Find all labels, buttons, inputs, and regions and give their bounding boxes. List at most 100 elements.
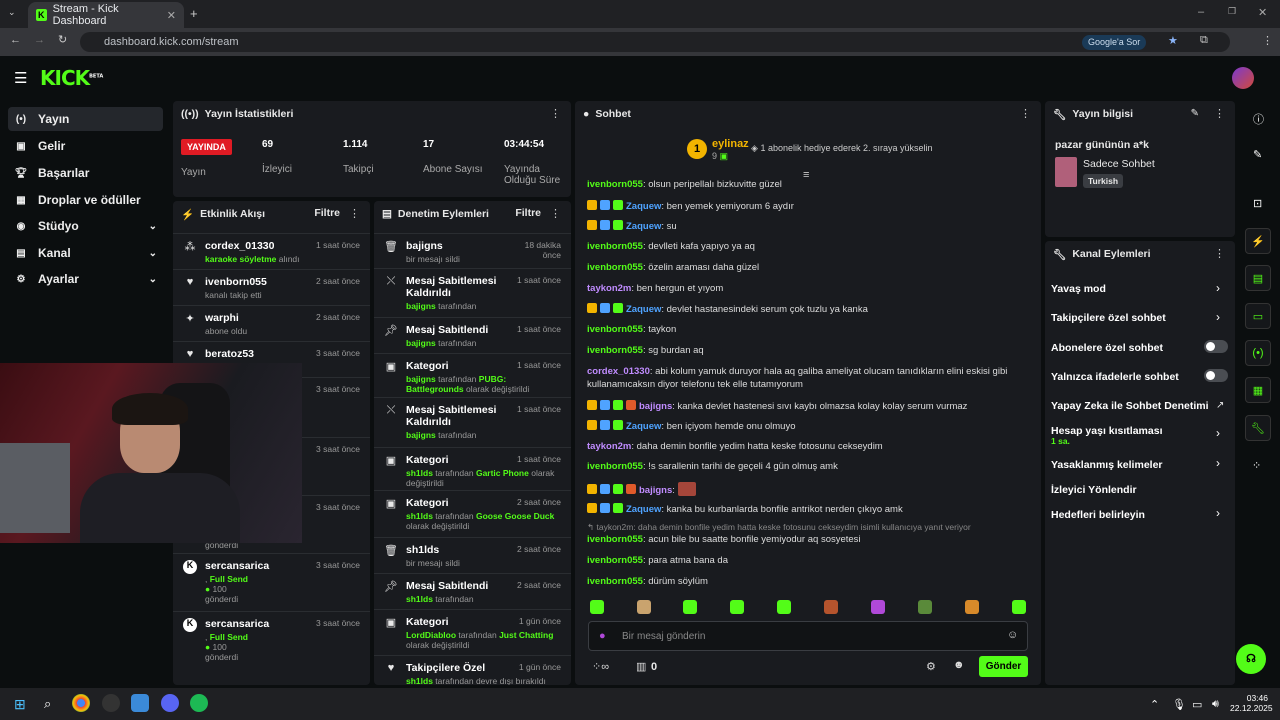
kebab-menu-icon[interactable]: ⋮ [1020,107,1031,120]
chevron-right-icon[interactable]: › [1216,310,1220,324]
mic-icon[interactable]: ● [599,630,606,642]
sidebar-item-yayin[interactable]: (•) Yayın [8,107,163,131]
chat-message[interactable]: taykon2m: ben hergun et yıyom [587,283,723,294]
rail-bolt-button[interactable]: ⚡ [1245,228,1271,254]
rail-chat-button[interactable]: ▭ [1245,303,1271,329]
external-link-icon[interactable]: ↗ [1216,400,1224,411]
edit-icon[interactable]: ✎ [1253,148,1262,161]
filter-button[interactable]: Filtre [314,207,340,219]
chat-message[interactable]: Zaquew: kanka bu kurbanlarda bonfile ant… [587,503,903,515]
rail-info-button[interactable]: ▦ [1245,377,1271,403]
chat-username[interactable]: Zaquew [626,504,661,515]
moderation-item[interactable]: 📌︎ Mesaj Sabitlendi bajigns tarafından 1 sa… [374,317,571,348]
new-tab-icon[interactable]: + [190,6,198,21]
bookmark-star-icon[interactable]: ★ [1168,34,1178,47]
edit-pencil-icon[interactable]: ✎ [1191,108,1199,119]
search-icon[interactable]: ⌕ [44,696,51,712]
sidebar-item-gelir[interactable]: ▣ Gelir [8,134,163,158]
moderation-item[interactable]: 🗑︎ sh1lds bir mesajı sildi 2 saat önce [374,537,571,568]
chat-message[interactable]: ivenborn055: taykon [587,324,676,335]
sidebar-item-ayarlar[interactable]: ⚙ Ayarlar ⌄ [8,267,163,291]
sidebar-item-kanal[interactable]: ▤ Kanal ⌄ [8,241,163,265]
chat-username[interactable]: Zaquew [626,201,661,212]
tray-chevron-icon[interactable]: ⌃ [1150,698,1159,711]
leaderboard-user[interactable]: eylinaz [712,138,749,150]
hamburger-menu-icon[interactable]: ☰ [14,69,27,87]
chat-username[interactable]: bajigns [639,485,672,496]
support-headset-button[interactable]: ☊ [1236,644,1266,674]
chat-username[interactable]: cordex_01330 [587,366,650,377]
chat-username[interactable]: ivenborn055 [587,461,643,472]
rail-stream-button[interactable]: (•) [1245,340,1271,366]
gift-sub-prompt[interactable]: ◈ 1 abonelik hediye ederek 2. sıraya yük… [751,143,933,154]
chat-username[interactable]: Zaquew [626,304,661,315]
rail-wrench-button[interactable]: 🔧︎ [1245,415,1271,441]
moderation-item[interactable]: 📌︎ Mesaj Sabitlendi sh1lds tarafından 2 saa… [374,573,571,604]
chat-message[interactable]: ivenborn055: acun bile bu saatte bonfile… [587,534,861,545]
windows-start-icon[interactable]: ⊞ [14,696,26,713]
chat-username[interactable]: bajigns [639,401,672,412]
moderation-item[interactable]: ⤬ Mesaj Sabitlemesi Kaldırıldı bajigns tar… [374,397,571,440]
chat-message[interactable]: ivenborn055: dürüm söylüm [587,576,708,587]
chat-message[interactable]: bajigns: kanka devlet hastenesi sıvı kay… [587,400,967,412]
action-followers-only[interactable]: Takipçilere özel sohbet [1051,312,1166,324]
google-ask-button[interactable]: Google'a Sor [1082,35,1147,50]
window-close-icon[interactable]: ✕ [1258,6,1267,19]
chat-username[interactable]: taykon2m [587,283,631,294]
emote-icon[interactable] [918,600,932,614]
subs-only-toggle[interactable] [1204,340,1228,353]
sidebar-item-studyo[interactable]: ◉ Stüdyo ⌄ [8,214,163,238]
emote-icon[interactable] [1012,600,1026,614]
moderation-item[interactable]: ▣ Kategori bajigns tarafından PUBG: Battle… [374,353,571,394]
chat-username[interactable]: ivenborn055 [587,241,643,252]
chat-message[interactable]: ivenborn055: olsun peripellalı bizkuvitt… [587,179,782,190]
chrome-icon[interactable] [72,694,90,712]
emotes-only-toggle[interactable] [1204,369,1228,382]
chat-message[interactable]: cordex_01330: abi kolum yamuk duruyor ha… [587,366,1007,377]
activity-item[interactable]: ⁂ cordex_01330 karaoke söyletme alındı 1 sa… [173,233,370,269]
action-raid[interactable]: İzleyici Yönlendir [1051,484,1137,496]
store-icon[interactable]: ▥ [636,660,646,673]
chat-username[interactable]: Zaquew [626,421,661,432]
emote-icon[interactable] [637,600,651,614]
browser-menu-icon[interactable]: ⋮ [1262,34,1273,47]
redeem-icon[interactable]: ⁘ [1252,459,1261,472]
chat-username[interactable]: Zaquew [626,221,661,232]
kebab-menu-icon[interactable]: ⋮ [1214,107,1225,120]
activity-item[interactable]: Ksercansarica, Full Send ● 100 gönderdi 3 s… [173,553,370,611]
chat-message[interactable]: ivenborn055: para atma bana da [587,555,728,566]
volume-icon[interactable]: 🔊︎ [1212,698,1219,711]
chevron-right-icon[interactable]: › [1216,456,1220,470]
emote-picker-icon[interactable]: ☻ [953,659,965,671]
chevron-right-icon[interactable]: › [1216,506,1220,520]
reload-icon[interactable]: ↻ [58,33,67,46]
chat-message[interactable]: Zaquew: ben içiyom hemde onu olmuyo [587,420,796,432]
moderation-item[interactable]: ♥ Takipçilere Özel sh1lds tarafından devre… [374,655,571,685]
action-slow-mode[interactable]: Yavaş mod [1051,283,1106,295]
forward-icon[interactable]: → [34,34,45,46]
monitor-icon[interactable]: ▭ [1192,698,1202,711]
chat-username[interactable]: ivenborn055 [587,576,643,587]
browser-tab[interactable]: K Stream - Kick Dashboard ✕ [28,2,184,28]
collapse-pinned-icon[interactable]: ≡ [803,169,809,181]
info-icon[interactable]: ⓘ [1253,111,1264,127]
chat-message[interactable]: Zaquew: devlet hastanesindeki serum çok … [587,303,868,315]
user-avatar[interactable] [1232,67,1254,89]
back-icon[interactable]: ← [10,34,21,46]
emote-icon[interactable] [871,600,885,614]
kebab-menu-icon[interactable]: ⋮ [550,107,561,120]
extensions-icon[interactable]: ⧉ [1200,34,1208,47]
chat-username[interactable]: taykon2m [587,441,631,452]
app-icon[interactable] [102,694,120,712]
moderation-item[interactable]: 🗑︎ bajigns bir mesajı sildi 18 dakika önce [374,233,571,264]
chat-username[interactable]: ivenborn055 [587,555,643,566]
emote-icon[interactable] [730,600,744,614]
chevron-right-icon[interactable]: › [1216,281,1220,295]
kick-logo[interactable]: KICKBETA [40,66,103,90]
moderation-item[interactable]: ⤬ Mesaj Sabitlemesi Kaldırıldı bajigns tar… [374,268,571,311]
chat-message[interactable]: ivenborn055: devlleti kafa yapıyo ya aq [587,241,755,252]
chat-message[interactable]: ivenborn055: özelin araması daha güzel [587,262,759,273]
kebab-menu-icon[interactable]: ⋮ [550,207,561,220]
emote-icon[interactable] [965,600,979,614]
clock[interactable]: 03:46 22.12.2025 [1230,693,1273,713]
